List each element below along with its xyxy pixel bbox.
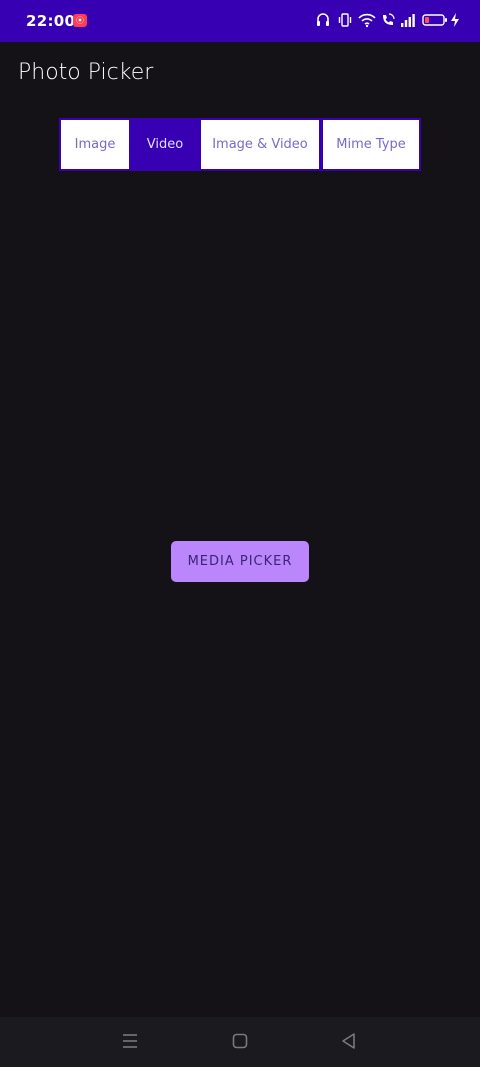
menu-icon[interactable] <box>118 1029 142 1053</box>
back-icon[interactable] <box>337 1029 361 1053</box>
battery-icon <box>422 14 447 26</box>
media-type-tabs: Image Video Image & Video Mime Type <box>59 118 421 171</box>
tab-image[interactable]: Image <box>59 118 131 171</box>
tab-image-and-video[interactable]: Image & Video <box>199 118 321 171</box>
vibrate-icon <box>338 13 352 27</box>
app-title: Photo Picker <box>18 60 154 85</box>
signal-icon <box>401 14 415 27</box>
charging-icon <box>451 13 459 27</box>
media-picker-button[interactable]: MEDIA PICKER <box>171 541 309 582</box>
status-time: 22:00 <box>26 12 76 30</box>
navigation-bar <box>0 1017 480 1067</box>
screen-record-icon: ⦿ <box>73 14 87 27</box>
status-bar: 22:00 ⦿ <box>0 0 480 42</box>
wifi-calling-icon <box>383 13 395 25</box>
home-icon[interactable] <box>228 1029 252 1053</box>
wifi-icon <box>358 13 376 28</box>
headphones-icon <box>317 13 329 26</box>
tab-mime-type[interactable]: Mime Type <box>321 118 421 171</box>
tab-video[interactable]: Video <box>129 118 201 171</box>
